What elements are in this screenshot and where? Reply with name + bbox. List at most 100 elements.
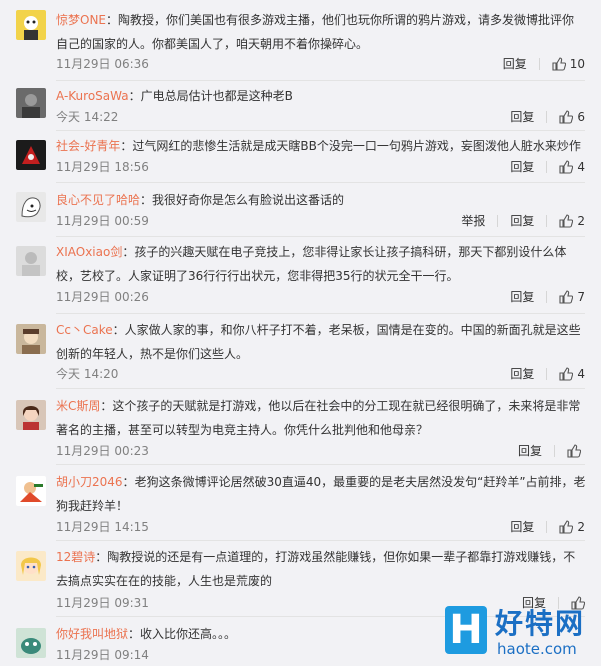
avatar[interactable] (16, 628, 46, 658)
divider (56, 388, 585, 389)
comment-item: 社会-好青年：过气网红的悲惨生活就是成天瞎BB个没完一口一句鸦片游戏，妄图泼他人… (0, 134, 601, 178)
thumbs-up-icon[interactable] (559, 109, 574, 124)
avatar[interactable] (16, 476, 46, 506)
comment-actions: 回复 4 (492, 365, 585, 382)
like-count: 6 (577, 109, 585, 124)
site-watermark: H 好特网 haote.com (445, 602, 595, 662)
reply-button[interactable]: 回复 (518, 442, 542, 459)
username-link[interactable]: 社会-好青年 (56, 139, 120, 153)
username-link[interactable]: A-KuroSaWa (56, 89, 129, 103)
divider (56, 236, 585, 237)
username-link[interactable]: 惊梦ONE (56, 13, 106, 27)
action-divider (546, 520, 548, 533)
like-count: 2 (577, 213, 585, 228)
avatar[interactable] (16, 324, 46, 354)
timestamp: 11月29日 09:31 (56, 596, 149, 610)
thumbs-up-icon[interactable] (559, 159, 574, 174)
thumbs-up-icon[interactable] (559, 519, 574, 534)
like-count: 2 (577, 519, 585, 534)
comment-item: A-KuroSaWa：广电总局估计也都是这种老B 今天 14:22 回复 6 (0, 84, 601, 128)
divider (56, 540, 585, 541)
avatar[interactable] (16, 140, 46, 170)
avatar[interactable] (16, 10, 46, 40)
action-divider (546, 160, 548, 173)
avatar[interactable] (16, 551, 46, 581)
comment-body: 人家做人家的事，和你八杆子打不着，老呆板，国情是在变的。中国的新面孔就是这些创新… (56, 323, 581, 361)
comment-item: 惊梦ONE：陶教授，你们美国也有很多游戏主播，他们也玩你所谓的鸦片游戏，请多发微… (0, 8, 601, 76)
divider (56, 130, 585, 131)
comment-text: 社会-好青年：过气网红的悲惨生活就是成天瞎BB个没完一口一句鸦片游戏，妄图泼他人… (56, 139, 581, 153)
comment-body: 陶教授说的还是有一点道理的，打游戏虽然能赚钱，但你如果一辈子都靠打游戏赚钱，不去… (56, 550, 576, 588)
reply-button[interactable]: 回复 (510, 212, 534, 229)
comment-text: 12碧诗：陶教授说的还是有一点道理的，打游戏虽然能赚钱，但你如果一辈子都靠打游戏… (56, 550, 576, 588)
thumbs-up-icon[interactable] (559, 289, 574, 304)
thumbs-up-icon[interactable] (559, 366, 574, 381)
comment-body: 我很好奇你是怎么有脸说出这番话的 (152, 193, 345, 207)
comment-text: A-KuroSaWa：广电总局估计也都是这种老B (56, 89, 293, 103)
username-link[interactable]: XIAOxiao剑 (56, 245, 122, 259)
comment-actions: 回复 10 (485, 55, 585, 72)
action-divider (546, 110, 548, 123)
avatar[interactable] (16, 88, 46, 118)
timestamp: 11月29日 14:15 (56, 520, 149, 534)
comment-text: 米C斯周：这个孩子的天赋就是打游戏，他以后在社会中的分工现在就已经很明确了，未来… (56, 399, 581, 437)
action-divider (546, 367, 548, 380)
like-count: 4 (577, 366, 585, 381)
like-count: 7 (577, 289, 585, 304)
like-count: 10 (569, 56, 585, 71)
username-link[interactable]: 良心不见了哈哈 (56, 193, 140, 207)
comment-actions: 回复 7 (492, 288, 585, 305)
report-button[interactable]: 举报 (461, 212, 485, 229)
username-link[interactable]: 你好我叫地狱 (56, 627, 128, 641)
comment-text: 惊梦ONE：陶教授，你们美国也有很多游戏主播，他们也玩你所谓的鸦片游戏，请多发微… (56, 13, 575, 51)
timestamp: 11月29日 00:23 (56, 444, 149, 458)
comment-item: 良心不见了哈哈：我很好奇你是怎么有脸说出这番话的 11月29日 00:59 举报… (0, 188, 601, 232)
divider (56, 464, 585, 465)
comment-text: Cc丶Cake：人家做人家的事，和你八杆子打不着，老呆板，国情是在变的。中国的新… (56, 323, 581, 361)
avatar[interactable] (16, 192, 46, 222)
comment-body: 陶教授，你们美国也有很多游戏主播，他们也玩你所谓的鸦片游戏，请多发微博批评你自己… (56, 13, 575, 51)
comment-actions: 回复 2 (492, 518, 585, 535)
comment-item: Cc丶Cake：人家做人家的事，和你八杆子打不着，老呆板，国情是在变的。中国的新… (0, 318, 601, 384)
comment-actions: 回复 (500, 442, 585, 459)
comment-text: 良心不见了哈哈：我很好奇你是怎么有脸说出这番话的 (56, 193, 345, 207)
comment-list: 惊梦ONE：陶教授，你们美国也有很多游戏主播，他们也玩你所谓的鸦片游戏，请多发微… (0, 0, 601, 666)
timestamp: 11月29日 18:56 (56, 160, 149, 174)
action-divider (546, 290, 548, 303)
username-link[interactable]: 胡小刀2046 (56, 475, 123, 489)
comment-body: 过气网红的悲惨生活就是成天瞎BB个没完一口一句鸦片游戏，妄图泼他人脏水来炒作 (132, 139, 581, 153)
comment-text: XIAOxiao剑：孩子的兴趣天赋在电子竞技上，您非得让家长让孩子搞科研，那天下… (56, 245, 567, 283)
comment-body: 收入比你还高。。。 (140, 627, 237, 641)
reply-button[interactable]: 回复 (503, 55, 527, 72)
action-divider (546, 214, 548, 227)
thumbs-up-icon[interactable] (552, 56, 566, 71)
divider (56, 182, 585, 183)
action-divider (497, 214, 499, 227)
action-divider (538, 57, 540, 70)
comment-body: 广电总局估计也都是这种老B (140, 89, 293, 103)
timestamp: 11月29日 09:14 (56, 648, 149, 662)
comment-text: 胡小刀2046：老狗这条微博评论居然破30直逼40，最重要的是老夫居然没发句“赶… (56, 475, 586, 513)
avatar[interactable] (16, 246, 46, 276)
thumbs-up-icon[interactable] (559, 213, 574, 228)
reply-button[interactable]: 回复 (510, 288, 534, 305)
reply-button[interactable]: 回复 (510, 518, 534, 535)
divider (56, 80, 585, 81)
like-count: 4 (577, 159, 585, 174)
watermark-url: haote.com (497, 640, 577, 658)
watermark-logo-letter: H (449, 607, 483, 653)
username-link[interactable]: 12碧诗 (56, 550, 95, 564)
comment-actions: 举报 回复 2 (443, 212, 585, 229)
watermark-title: 好特网 (495, 607, 586, 640)
comment-item: 米C斯周：这个孩子的天赋就是打游戏，他以后在社会中的分工现在就已经很明确了，未来… (0, 394, 601, 460)
reply-button[interactable]: 回复 (510, 108, 534, 125)
thumbs-up-icon[interactable] (567, 443, 581, 458)
username-link[interactable]: Cc丶Cake (56, 323, 113, 337)
reply-button[interactable]: 回复 (510, 365, 534, 382)
comment-item: 胡小刀2046：老狗这条微博评论居然破30直逼40，最重要的是老夫居然没发句“赶… (0, 470, 601, 536)
username-link[interactable]: 米C斯周 (56, 399, 100, 413)
reply-button[interactable]: 回复 (510, 158, 534, 175)
timestamp: 11月29日 00:26 (56, 290, 149, 304)
avatar[interactable] (16, 400, 46, 430)
comment-body: 这个孩子的天赋就是打游戏，他以后在社会中的分工现在就已经很明确了，未来将是非常著… (56, 399, 581, 437)
